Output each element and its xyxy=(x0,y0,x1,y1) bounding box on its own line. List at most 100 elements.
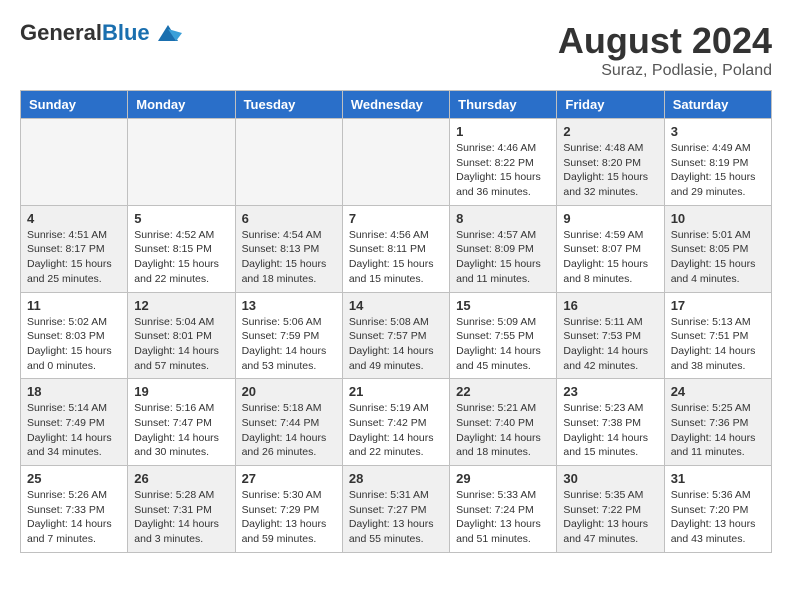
day-number: 25 xyxy=(27,471,121,486)
day-info: Sunrise: 5:25 AM Sunset: 7:36 PM Dayligh… xyxy=(671,401,765,460)
day-info: Sunrise: 5:11 AM Sunset: 7:53 PM Dayligh… xyxy=(563,315,657,374)
day-number: 7 xyxy=(349,211,443,226)
day-info: Sunrise: 5:21 AM Sunset: 7:40 PM Dayligh… xyxy=(456,401,550,460)
day-info: Sunrise: 5:16 AM Sunset: 7:47 PM Dayligh… xyxy=(134,401,228,460)
day-number: 23 xyxy=(563,384,657,399)
day-info: Sunrise: 5:04 AM Sunset: 8:01 PM Dayligh… xyxy=(134,315,228,374)
page-header: General Blue August 2024 Suraz, Podlasie… xyxy=(20,20,772,80)
logo-icon xyxy=(154,23,182,45)
title-section: August 2024 Suraz, Podlasie, Poland xyxy=(558,20,772,80)
day-number: 20 xyxy=(242,384,336,399)
day-info: Sunrise: 5:19 AM Sunset: 7:42 PM Dayligh… xyxy=(349,401,443,460)
logo-blue-text: Blue xyxy=(102,20,150,46)
calendar-cell: 14 Sunrise: 5:08 AM Sunset: 7:57 PM Dayli… xyxy=(342,292,449,379)
day-number: 8 xyxy=(456,211,550,226)
day-info: Sunrise: 5:30 AM Sunset: 7:29 PM Dayligh… xyxy=(242,488,336,547)
calendar-cell: 20 Sunrise: 5:18 AM Sunset: 7:44 PM Dayli… xyxy=(235,379,342,466)
calendar-cell: 25 Sunrise: 5:26 AM Sunset: 7:33 PM Dayli… xyxy=(21,466,128,553)
day-number: 30 xyxy=(563,471,657,486)
day-info: Sunrise: 5:13 AM Sunset: 7:51 PM Dayligh… xyxy=(671,315,765,374)
day-number: 28 xyxy=(349,471,443,486)
day-number: 22 xyxy=(456,384,550,399)
calendar-cell xyxy=(128,119,235,206)
logo: General Blue xyxy=(20,20,182,46)
weekday-header: Monday xyxy=(128,91,235,119)
weekday-header: Saturday xyxy=(664,91,771,119)
day-info: Sunrise: 5:23 AM Sunset: 7:38 PM Dayligh… xyxy=(563,401,657,460)
day-number: 16 xyxy=(563,298,657,313)
calendar-cell: 15Sunrise: 5:09 AM Sunset: 7:55 PM Dayli… xyxy=(450,292,557,379)
calendar-cell: 16 Sunrise: 5:11 AM Sunset: 7:53 PM Dayli… xyxy=(557,292,664,379)
day-info: Sunrise: 4:46 AM Sunset: 8:22 PM Dayligh… xyxy=(456,141,550,200)
day-info: Sunrise: 5:36 AM Sunset: 7:20 PM Dayligh… xyxy=(671,488,765,547)
day-info: Sunrise: 4:51 AM Sunset: 8:17 PM Dayligh… xyxy=(27,228,121,287)
month-year: August 2024 xyxy=(558,20,772,62)
calendar-cell: 18Sunrise: 5:14 AM Sunset: 7:49 PM Dayli… xyxy=(21,379,128,466)
day-info: Sunrise: 4:56 AM Sunset: 8:11 PM Dayligh… xyxy=(349,228,443,287)
day-info: Sunrise: 5:06 AM Sunset: 7:59 PM Dayligh… xyxy=(242,315,336,374)
day-number: 19 xyxy=(134,384,228,399)
calendar-cell xyxy=(342,119,449,206)
calendar-cell: 17 Sunrise: 5:13 AM Sunset: 7:51 PM Dayli… xyxy=(664,292,771,379)
calendar-cell: 22 Sunrise: 5:21 AM Sunset: 7:40 PM Dayli… xyxy=(450,379,557,466)
day-info: Sunrise: 5:26 AM Sunset: 7:33 PM Dayligh… xyxy=(27,488,121,547)
day-number: 27 xyxy=(242,471,336,486)
calendar-week-row: 18Sunrise: 5:14 AM Sunset: 7:49 PM Dayli… xyxy=(21,379,772,466)
day-number: 17 xyxy=(671,298,765,313)
day-info: Sunrise: 5:33 AM Sunset: 7:24 PM Dayligh… xyxy=(456,488,550,547)
calendar-cell: 7 Sunrise: 4:56 AM Sunset: 8:11 PM Daylig… xyxy=(342,205,449,292)
weekday-header: Wednesday xyxy=(342,91,449,119)
day-info: Sunrise: 5:28 AM Sunset: 7:31 PM Dayligh… xyxy=(134,488,228,547)
calendar-cell: 5 Sunrise: 4:52 AM Sunset: 8:15 PM Daylig… xyxy=(128,205,235,292)
day-info: Sunrise: 4:59 AM Sunset: 8:07 PM Dayligh… xyxy=(563,228,657,287)
weekday-header-row: SundayMondayTuesdayWednesdayThursdayFrid… xyxy=(21,91,772,119)
day-number: 24 xyxy=(671,384,765,399)
calendar-cell xyxy=(21,119,128,206)
day-number: 26 xyxy=(134,471,228,486)
calendar-week-row: 25 Sunrise: 5:26 AM Sunset: 7:33 PM Dayli… xyxy=(21,466,772,553)
day-info: Sunrise: 4:57 AM Sunset: 8:09 PM Dayligh… xyxy=(456,228,550,287)
day-number: 12 xyxy=(134,298,228,313)
day-info: Sunrise: 4:52 AM Sunset: 8:15 PM Dayligh… xyxy=(134,228,228,287)
weekday-header: Friday xyxy=(557,91,664,119)
day-number: 13 xyxy=(242,298,336,313)
day-info: Sunrise: 5:09 AM Sunset: 7:55 PM Dayligh… xyxy=(456,315,550,374)
day-info: Sunrise: 5:01 AM Sunset: 8:05 PM Dayligh… xyxy=(671,228,765,287)
calendar-cell: 30 Sunrise: 5:35 AM Sunset: 7:22 PM Dayli… xyxy=(557,466,664,553)
calendar-cell: 6Sunrise: 4:54 AM Sunset: 8:13 PM Daylig… xyxy=(235,205,342,292)
calendar-cell: 27 Sunrise: 5:30 AM Sunset: 7:29 PM Dayli… xyxy=(235,466,342,553)
day-number: 10 xyxy=(671,211,765,226)
calendar-cell: 10 Sunrise: 5:01 AM Sunset: 8:05 PM Dayli… xyxy=(664,205,771,292)
day-info: Sunrise: 5:18 AM Sunset: 7:44 PM Dayligh… xyxy=(242,401,336,460)
day-number: 11 xyxy=(27,298,121,313)
day-number: 3 xyxy=(671,124,765,139)
weekday-header: Thursday xyxy=(450,91,557,119)
weekday-header: Tuesday xyxy=(235,91,342,119)
day-info: Sunrise: 5:35 AM Sunset: 7:22 PM Dayligh… xyxy=(563,488,657,547)
calendar-cell: 1Sunrise: 4:46 AM Sunset: 8:22 PM Daylig… xyxy=(450,119,557,206)
day-number: 31 xyxy=(671,471,765,486)
day-number: 21 xyxy=(349,384,443,399)
day-info: Sunrise: 5:31 AM Sunset: 7:27 PM Dayligh… xyxy=(349,488,443,547)
day-number: 5 xyxy=(134,211,228,226)
day-number: 14 xyxy=(349,298,443,313)
calendar-cell: 4 Sunrise: 4:51 AM Sunset: 8:17 PM Daylig… xyxy=(21,205,128,292)
calendar-cell: 13 Sunrise: 5:06 AM Sunset: 7:59 PM Dayli… xyxy=(235,292,342,379)
day-info: Sunrise: 5:08 AM Sunset: 7:57 PM Dayligh… xyxy=(349,315,443,374)
day-info: Sunrise: 5:02 AM Sunset: 8:03 PM Dayligh… xyxy=(27,315,121,374)
calendar-cell: 9 Sunrise: 4:59 AM Sunset: 8:07 PM Daylig… xyxy=(557,205,664,292)
calendar-cell: 3Sunrise: 4:49 AM Sunset: 8:19 PM Daylig… xyxy=(664,119,771,206)
calendar-week-row: 1Sunrise: 4:46 AM Sunset: 8:22 PM Daylig… xyxy=(21,119,772,206)
calendar-cell: 12 Sunrise: 5:04 AM Sunset: 8:01 PM Dayli… xyxy=(128,292,235,379)
calendar-week-row: 11 Sunrise: 5:02 AM Sunset: 8:03 PM Dayli… xyxy=(21,292,772,379)
day-number: 4 xyxy=(27,211,121,226)
calendar-cell: 28 Sunrise: 5:31 AM Sunset: 7:27 PM Dayli… xyxy=(342,466,449,553)
calendar-cell: 26 Sunrise: 5:28 AM Sunset: 7:31 PM Dayli… xyxy=(128,466,235,553)
day-number: 29 xyxy=(456,471,550,486)
calendar-cell: 24 Sunrise: 5:25 AM Sunset: 7:36 PM Dayli… xyxy=(664,379,771,466)
day-info: Sunrise: 5:14 AM Sunset: 7:49 PM Dayligh… xyxy=(27,401,121,460)
calendar-cell: 31 Sunrise: 5:36 AM Sunset: 7:20 PM Dayli… xyxy=(664,466,771,553)
calendar-cell: 19 Sunrise: 5:16 AM Sunset: 7:47 PM Dayli… xyxy=(128,379,235,466)
day-number: 9 xyxy=(563,211,657,226)
calendar-cell xyxy=(235,119,342,206)
